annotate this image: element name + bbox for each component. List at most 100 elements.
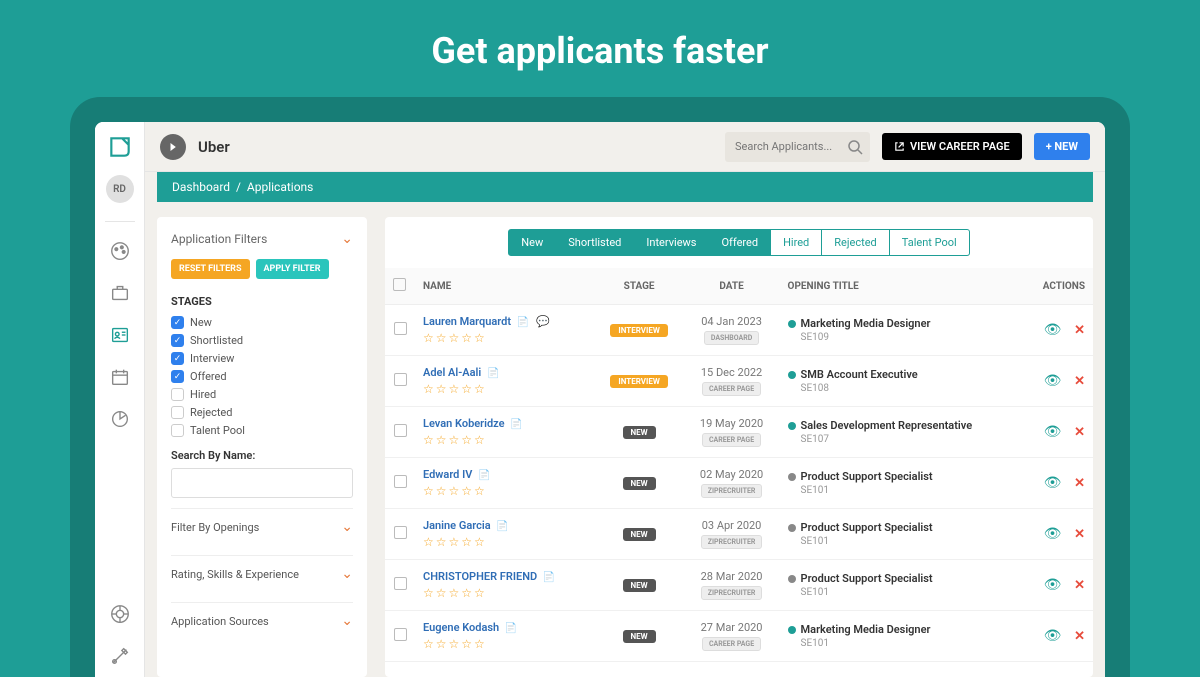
stage-tab[interactable]: Rejected [822, 229, 889, 256]
stage-filter-item[interactable]: Hired [171, 388, 353, 401]
checkbox-icon[interactable] [171, 316, 184, 329]
stage-badge: INTERVIEW [610, 324, 667, 337]
applicant-name-link[interactable]: Adel Al-Aali [423, 366, 481, 379]
checkbox-icon[interactable] [171, 406, 184, 419]
stage-tab[interactable]: New [508, 229, 556, 256]
chat-icon[interactable]: 💬 [536, 315, 550, 328]
table-row: Edward IV 📄 ☆☆☆☆☆ NEW 02 May 2020 ZIPREC… [385, 458, 1093, 509]
reject-action-icon[interactable]: ✕ [1074, 476, 1085, 491]
rating-stars[interactable]: ☆☆☆☆☆ [423, 586, 587, 600]
document-icon[interactable]: 📄 [496, 521, 508, 532]
applicants-icon[interactable] [109, 324, 131, 346]
select-all-checkbox[interactable] [393, 278, 406, 291]
row-checkbox[interactable] [394, 373, 407, 386]
content: Application Filters ⌄ RESET FILTERS APPL… [145, 202, 1105, 677]
external-link-icon [894, 141, 905, 152]
applicant-name-link[interactable]: Edward IV [423, 468, 472, 481]
stage-filter-label: Hired [190, 388, 216, 401]
applicant-name-link[interactable]: Eugene Kodash [423, 621, 499, 634]
chevron-down-icon: ⌄ [341, 613, 353, 629]
view-action-icon[interactable]: 👁 [1044, 424, 1062, 440]
view-action-icon[interactable]: 👁 [1044, 628, 1062, 644]
document-icon[interactable]: 📄 [543, 572, 555, 583]
stage-tab[interactable]: Interviews [634, 229, 709, 256]
reject-action-icon[interactable]: ✕ [1074, 323, 1085, 338]
applicant-name-link[interactable]: Janine Garcia [423, 519, 491, 532]
stage-filter-item[interactable]: New [171, 316, 353, 329]
document-icon[interactable]: 📄 [510, 419, 522, 430]
stage-tab[interactable]: Offered [709, 229, 771, 256]
reject-action-icon[interactable]: ✕ [1074, 425, 1085, 440]
stage-filter-item[interactable]: Rejected [171, 406, 353, 419]
chevron-down-icon: ⌄ [341, 566, 353, 582]
breadcrumb-root[interactable]: Dashboard [172, 180, 230, 194]
calendar-icon[interactable] [109, 366, 131, 388]
piechart-icon[interactable] [109, 408, 131, 430]
view-action-icon[interactable]: 👁 [1044, 475, 1062, 491]
view-action-icon[interactable]: 👁 [1044, 577, 1062, 593]
filter-panel: Application Filters ⌄ RESET FILTERS APPL… [157, 217, 367, 677]
reject-action-icon[interactable]: ✕ [1074, 578, 1085, 593]
stage-filter-item[interactable]: Shortlisted [171, 334, 353, 347]
row-checkbox[interactable] [394, 424, 407, 437]
stage-tab[interactable]: Hired [771, 229, 822, 256]
app-logo-icon[interactable] [107, 134, 133, 160]
opening-title: Product Support Specialist [801, 521, 933, 534]
search-name-input[interactable] [171, 468, 353, 498]
rating-stars[interactable]: ☆☆☆☆☆ [423, 433, 587, 447]
applicant-name-link[interactable]: Lauren Marquardt [423, 315, 511, 328]
stage-tab[interactable]: Talent Pool [890, 229, 970, 256]
row-checkbox[interactable] [394, 577, 407, 590]
palette-icon[interactable] [109, 240, 131, 262]
stage-filter-item[interactable]: Offered [171, 370, 353, 383]
stage-tab[interactable]: Shortlisted [556, 229, 634, 256]
search-box [725, 132, 870, 162]
rating-stars[interactable]: ☆☆☆☆☆ [423, 484, 587, 498]
checkbox-icon[interactable] [171, 352, 184, 365]
rating-stars[interactable]: ☆☆☆☆☆ [423, 382, 587, 396]
document-icon[interactable]: 📄 [505, 623, 517, 634]
view-career-page-button[interactable]: VIEW CAREER PAGE [882, 133, 1022, 160]
applicant-name-link[interactable]: Levan Koberidze [423, 417, 505, 430]
rating-stars[interactable]: ☆☆☆☆☆ [423, 331, 587, 345]
row-checkbox[interactable] [394, 628, 407, 641]
checkbox-icon[interactable] [171, 334, 184, 347]
row-checkbox[interactable] [394, 322, 407, 335]
filter-collapsible[interactable]: Rating, Skills & Experience⌄ [171, 555, 353, 592]
user-avatar[interactable]: RD [106, 175, 134, 203]
org-name: Uber [198, 138, 230, 156]
filter-collapsible[interactable]: Filter By Openings⌄ [171, 508, 353, 545]
document-icon[interactable]: 📄 [487, 368, 499, 379]
row-checkbox[interactable] [394, 526, 407, 539]
reject-action-icon[interactable]: ✕ [1074, 629, 1085, 644]
source-badge: CAREER PAGE [702, 433, 761, 447]
rating-stars[interactable]: ☆☆☆☆☆ [423, 637, 587, 651]
reset-filters-button[interactable]: RESET FILTERS [171, 259, 250, 279]
col-actions: ACTIONS [1022, 268, 1093, 305]
checkbox-icon[interactable] [171, 424, 184, 437]
briefcase-icon[interactable] [109, 282, 131, 304]
back-button[interactable] [160, 134, 186, 160]
new-button[interactable]: + NEW [1034, 133, 1090, 160]
status-dot-icon [788, 524, 796, 532]
tools-icon[interactable] [109, 645, 131, 667]
document-icon[interactable]: 📄 [517, 317, 529, 328]
row-checkbox[interactable] [394, 475, 407, 488]
apply-filter-button[interactable]: APPLY FILTER [256, 259, 329, 279]
reject-action-icon[interactable]: ✕ [1074, 374, 1085, 389]
support-icon[interactable] [109, 603, 131, 625]
applicant-name-link[interactable]: CHRISTOPHER FRIEND [423, 570, 537, 583]
reject-action-icon[interactable]: ✕ [1074, 527, 1085, 542]
stage-filter-item[interactable]: Interview [171, 352, 353, 365]
search-icon[interactable] [846, 138, 864, 156]
document-icon[interactable]: 📄 [478, 470, 490, 481]
checkbox-icon[interactable] [171, 370, 184, 383]
rating-stars[interactable]: ☆☆☆☆☆ [423, 535, 587, 549]
view-action-icon[interactable]: 👁 [1044, 322, 1062, 338]
chevron-down-icon[interactable]: ⌄ [341, 231, 353, 247]
view-action-icon[interactable]: 👁 [1044, 373, 1062, 389]
view-action-icon[interactable]: 👁 [1044, 526, 1062, 542]
filter-collapsible[interactable]: Application Sources⌄ [171, 602, 353, 639]
stage-filter-item[interactable]: Talent Pool [171, 424, 353, 437]
checkbox-icon[interactable] [171, 388, 184, 401]
